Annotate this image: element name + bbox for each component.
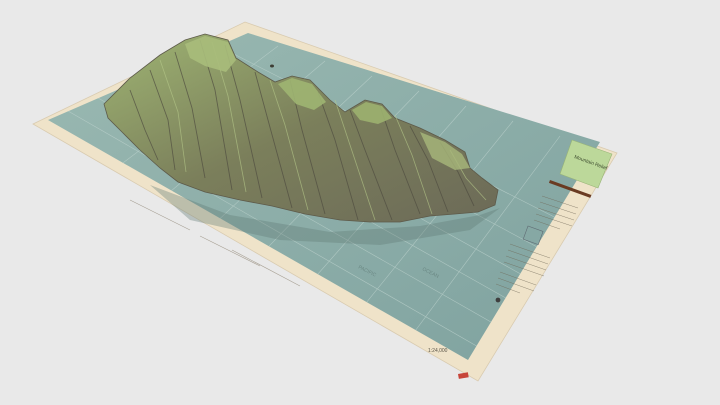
- map-canvas[interactable]: PACIFIC OCEAN Mountain Relief 1:24,000: [0, 0, 720, 405]
- offshore-islet: [270, 64, 274, 68]
- 3d-map-viewer[interactable]: PACIFIC OCEAN Mountain Relief 1:24,000: [0, 0, 720, 405]
- seal-mark: [495, 297, 501, 303]
- scale-label: 1:24,000: [428, 348, 448, 354]
